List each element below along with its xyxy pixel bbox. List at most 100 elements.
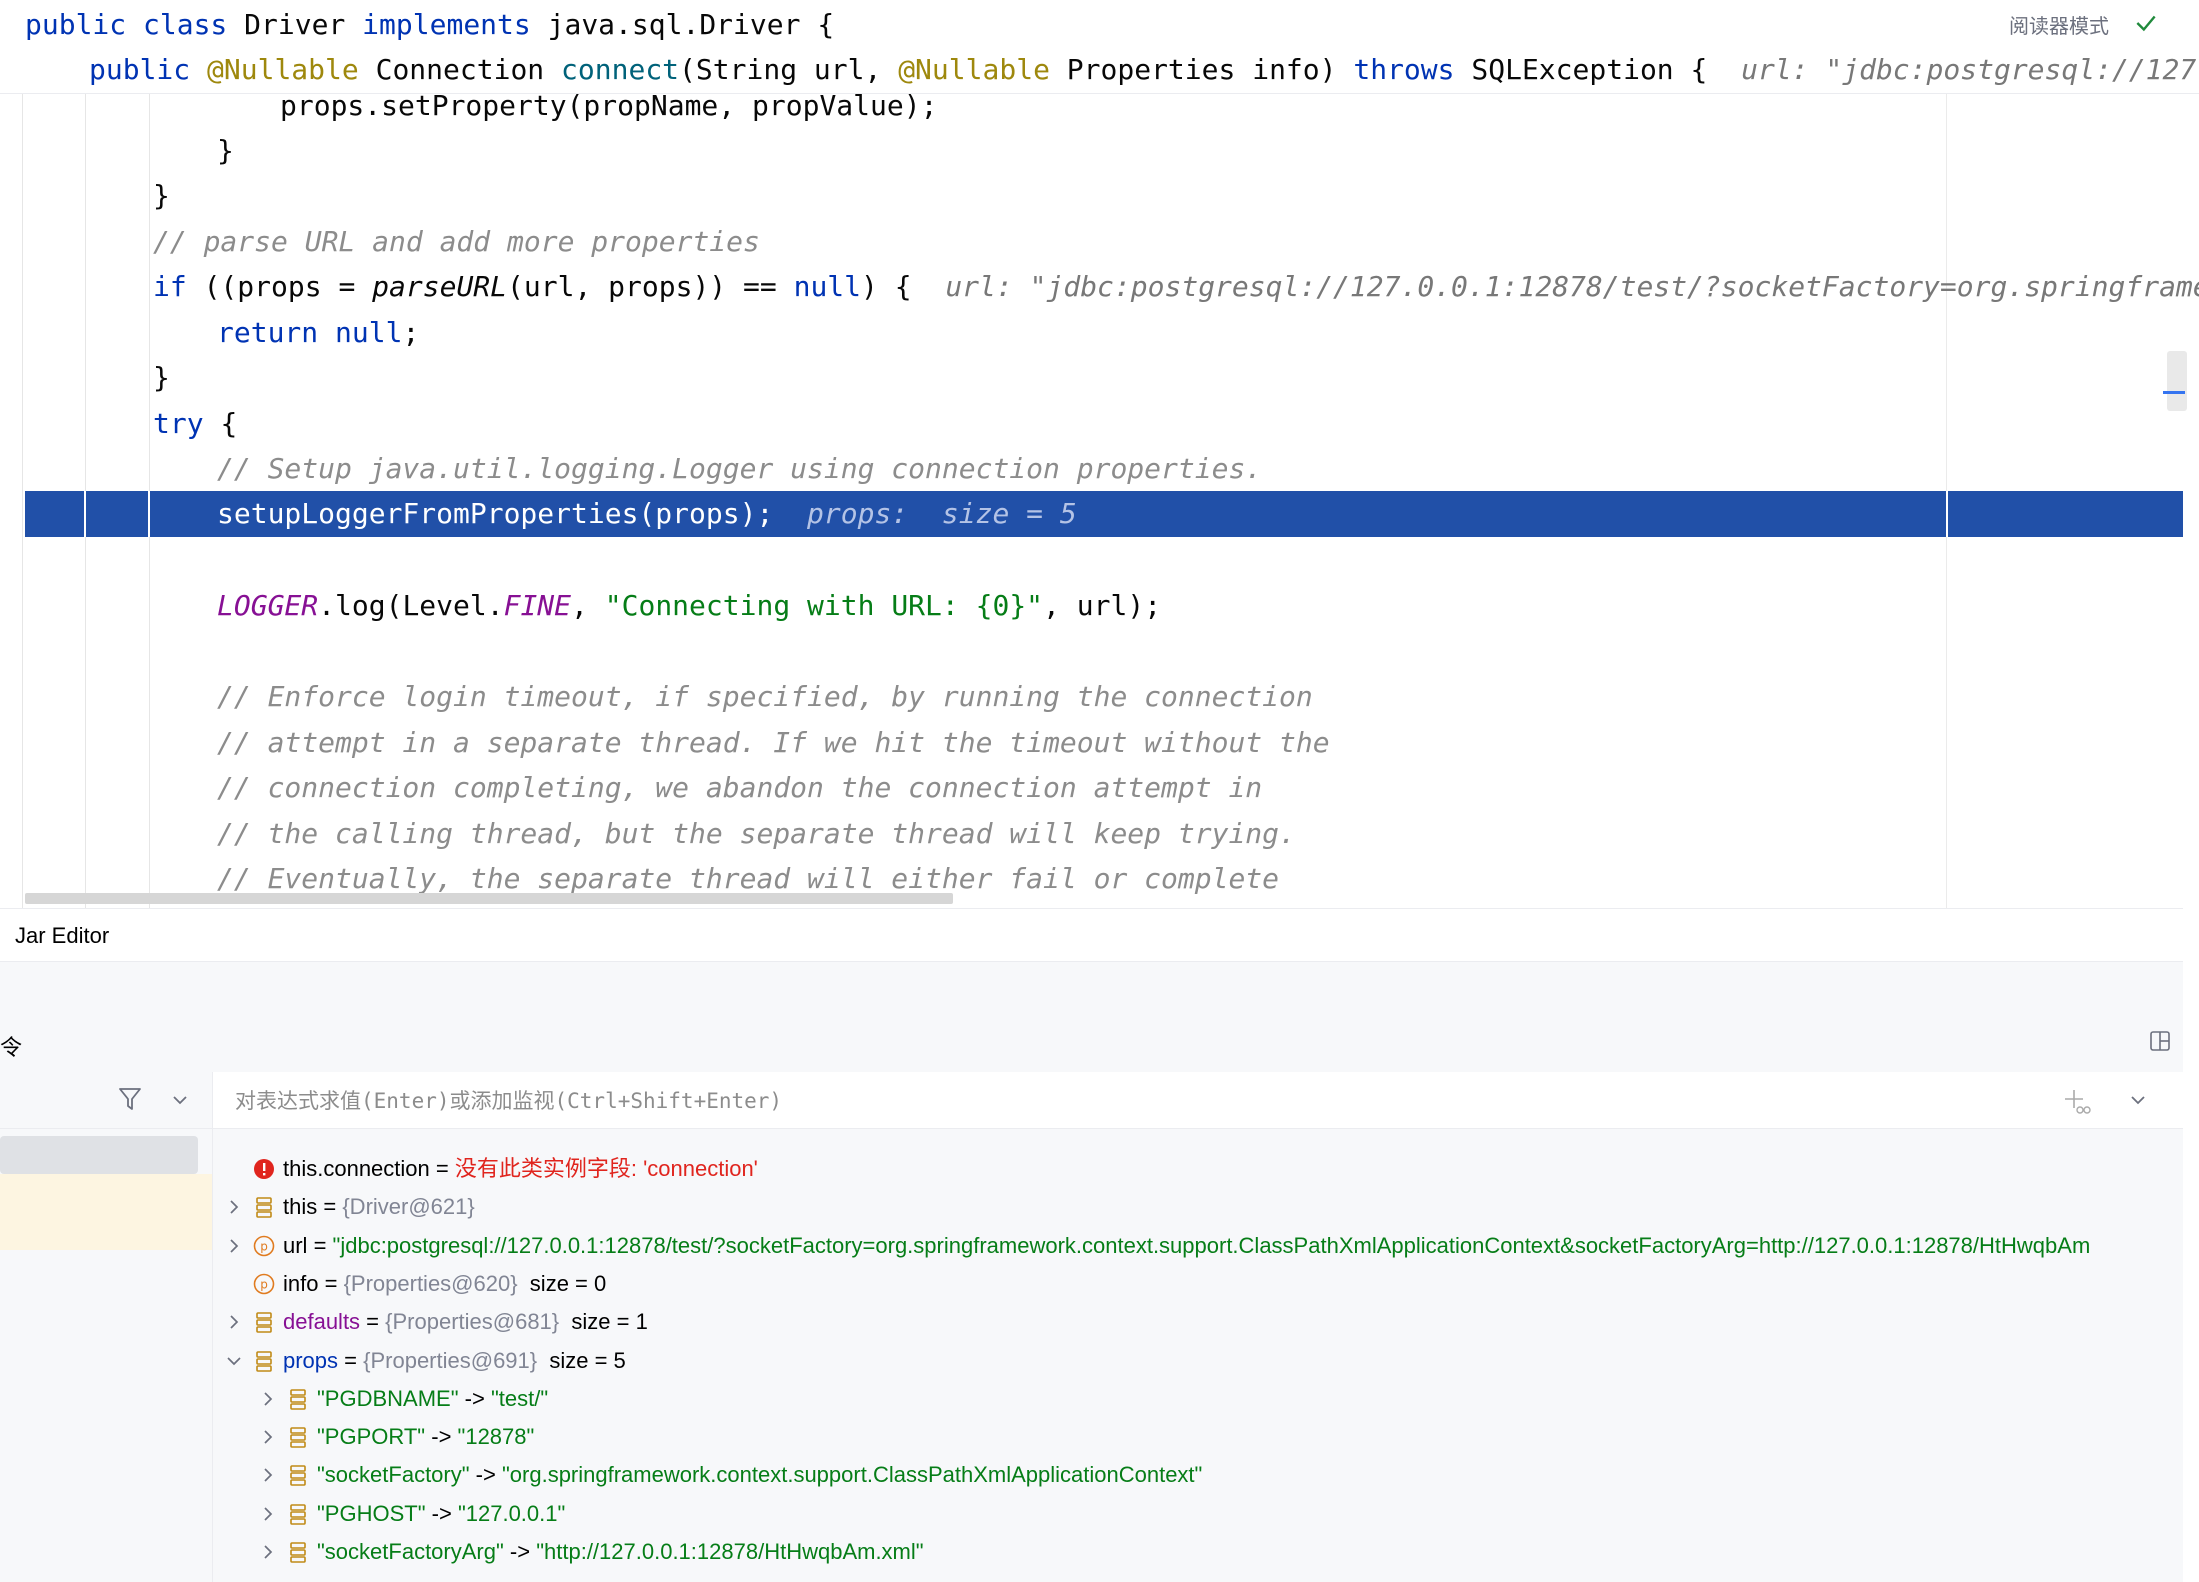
variable-text: url = "jdbc:postgresql://127.0.0.1:12878… [283,1227,2090,1265]
debug-header-label: 令 [0,1035,23,1060]
variable-row[interactable]: this = {Driver@621} [213,1188,2173,1226]
variable-text: this = {Driver@621} [283,1188,475,1226]
variable-text: "PGDBNAME" -> "test/" [317,1380,548,1418]
svg-text:p: p [260,1239,268,1253]
chevron-down-icon[interactable] [2128,1090,2148,1110]
chevron-right-icon[interactable] [259,1505,277,1523]
frames-panel [0,1072,213,1582]
sticky-url-hint: url: "jdbc:postgresql://127.0.0.1 [1741,53,2199,86]
variable-reference: {Properties@691} [363,1347,538,1373]
code-line[interactable]: LOGGER.log(Level.FINE, "Connecting with … [217,583,1161,629]
variable-value: "12878" [457,1424,535,1450]
code-line[interactable]: } [153,355,170,401]
variable-row[interactable]: "PGPORT" -> "12878" [213,1418,2173,1456]
variable-name: this.connection [283,1156,430,1181]
variable-row[interactable]: "PGDBNAME" -> "test/" [213,1380,2173,1418]
variable-value: "127.0.0.1" [457,1500,566,1526]
sticky-lines: public class Driver implements java.sql.… [0,0,2199,94]
current-execution-line[interactable]: setupLoggerFromProperties(props); props:… [25,491,2183,537]
variable-separator: -> [469,1462,502,1488]
variable-reference: {Properties@620} [343,1270,518,1296]
field-icon [290,1542,306,1563]
code-line[interactable]: } [153,173,170,219]
variable-separator: = [307,1232,333,1258]
variable-separator: = [360,1309,386,1335]
jar-editor-tab[interactable]: Jar Editor [15,923,109,949]
variable-row[interactable]: defaults = {Properties@681} size = 1 [213,1303,2173,1341]
variable-name: url [283,1232,308,1258]
code-line[interactable]: // Enforce login timeout, if specified, … [217,674,1313,720]
code-line[interactable]: // the calling thread, but the separate … [217,811,1296,857]
variable-name: info [283,1270,319,1296]
variable-separator: = [317,1194,343,1220]
chevron-down-icon[interactable] [225,1352,243,1370]
variable-row[interactable]: p url = "jdbc:postgresql://127.0.0.1:1287… [213,1227,2173,1265]
highlight-divider [148,491,150,537]
highlight-divider [84,491,86,537]
variable-row[interactable]: p info = {Properties@620} size = 0 [213,1265,2173,1303]
code-line[interactable]: try { [153,401,237,447]
code-view[interactable]: props.setProperty(propName, propValue); … [0,89,2199,908]
chevron-right-icon[interactable] [225,1198,243,1216]
props-hint: props: size = 5 [807,497,1077,530]
add-watch-icon[interactable] [2061,1086,2091,1116]
chevron-right-icon[interactable] [259,1428,277,1446]
chevron-right-icon[interactable] [259,1466,277,1484]
variable-name: "PGPORT" [317,1424,426,1450]
variable-text: "PGPORT" -> "12878" [317,1418,534,1456]
filter-icon[interactable] [117,1085,143,1113]
field-icon [256,1197,272,1219]
code-line[interactable]: // Setup java.util.logging.Logger using … [217,446,1262,492]
code-line[interactable]: return null; [217,310,419,356]
variable-reference: {Properties@681} [385,1309,560,1335]
selected-frame[interactable] [0,1136,198,1174]
evaluate-bar [213,1072,2183,1129]
frame-item[interactable] [0,1174,212,1250]
field-icon [290,1503,306,1525]
check-icon[interactable] [2133,10,2159,36]
code-line[interactable]: } [217,128,234,174]
error-icon [254,1159,274,1179]
horizontal-scrollbar[interactable] [25,893,953,904]
chevron-right-icon[interactable] [225,1237,243,1255]
variable-row[interactable]: "socketFactory" -> "org.springframework.… [213,1456,2173,1494]
variable-separator: -> [458,1385,491,1411]
variable-row[interactable]: "PGHOST" -> "127.0.0.1" [213,1495,2173,1533]
variable-row[interactable]: "socketFactoryArg" -> "http://127.0.0.1:… [213,1533,2173,1571]
highlight-divider [1946,491,1948,537]
code-line[interactable]: // attempt in a separate thread. If we h… [217,720,1330,766]
code-line[interactable]: // connection completing, we abandon the… [217,765,1262,811]
variable-value: 没有此类实例字段: 'connection' [454,1156,758,1181]
sticky-class-declaration[interactable]: public class Driver implements java.sql.… [25,2,834,48]
code-line[interactable]: if ((props = parseURL(url, props)) == nu… [153,264,2199,310]
jar-editor-tab-bar: Jar Editor [0,908,2183,962]
code-editor[interactable]: public class Driver implements java.sql.… [0,0,2199,908]
code-line[interactable]: // parse URL and add more properties [153,219,760,265]
layout-icon[interactable] [2149,1030,2171,1052]
variable-separator: -> [425,1500,458,1526]
chevron-down-icon[interactable] [170,1090,190,1110]
chevron-right-icon[interactable] [225,1313,243,1331]
chevron-right-icon[interactable] [259,1390,277,1408]
variable-text: "PGHOST" -> "127.0.0.1" [317,1495,565,1533]
variable-text: props = {Properties@691} size = 5 [283,1342,626,1380]
variable-name: "PGHOST" [317,1500,426,1526]
parameter-icon: p [253,1273,275,1295]
variable-name: "socketFactoryArg" [317,1539,504,1564]
variable-text: "socketFactoryArg" -> "http://127.0.0.1:… [317,1533,924,1571]
evaluate-expression-input[interactable] [233,1082,2037,1120]
variable-name: this [283,1194,318,1220]
svg-text:p: p [260,1277,268,1291]
reader-mode-button[interactable]: 阅读器模式 [2009,10,2109,39]
chevron-right-icon[interactable] [259,1543,277,1561]
debug-toolbar [0,962,2183,1017]
variable-value: "test/" [490,1385,549,1411]
vertical-scroll-marker[interactable] [2167,351,2187,411]
variable-row[interactable]: this.connection = 没有此类实例字段: 'connection' [213,1150,2173,1188]
sticky-method-declaration[interactable]: public @Nullable Connection connect(Stri… [89,47,2199,93]
variable-size: size = 0 [517,1270,607,1296]
variable-size: size = 5 [537,1347,626,1373]
variable-separator: -> [503,1539,537,1564]
variable-row[interactable]: props = {Properties@691} size = 5 [213,1342,2173,1380]
variable-value: "jdbc:postgresql://127.0.0.1:12878/test/… [332,1232,2091,1258]
